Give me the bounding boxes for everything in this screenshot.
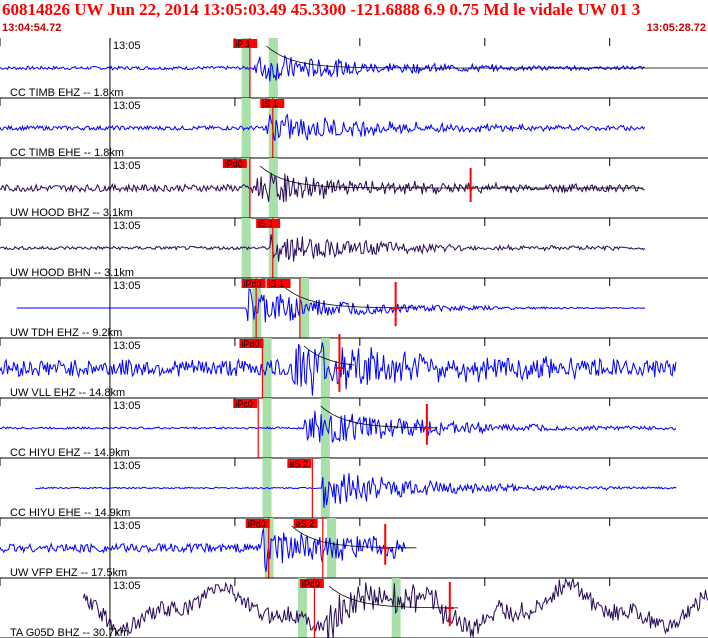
phase-pick-label: iS 1 [262,99,278,109]
tick-label: 13:05 [113,100,141,112]
station-label: UW VLL EHZ -- 14.8km [10,387,125,399]
phase-pick-label: eS 2 [296,519,315,529]
waveform-trace [0,234,646,262]
station-label: UW TDH EHZ -- 9.2km [10,327,122,339]
tick-label: 13:05 [113,400,141,412]
phase-pick-label: iP 1 [235,39,250,49]
tick-label: 13:05 [113,460,141,472]
phase-pick-label: iPd0 [302,579,320,589]
phase-pick-label: iPd0 [241,339,259,349]
tick-label: 13:05 [113,340,141,352]
phase-pick-label: iPc0 [235,399,253,409]
station-label: UW HOOD BHZ -- 3.1km [10,207,133,219]
station-label: CC TIMB EHZ -- 1.8km [10,87,123,99]
station-label: TA G05D BHZ -- 30.7km [10,627,129,638]
waveform-trace [0,54,645,82]
station-label: CC TIMB EHE -- 1.8km [10,147,124,159]
analysis-window [391,578,401,638]
waveform-trace [35,473,677,509]
analysis-window [268,38,278,98]
waveform-trace [0,172,645,203]
station-label: CC HIYU EHZ -- 14.9km [10,447,130,459]
phase-pick-label: eS 2 [289,459,308,469]
tick-label: 13:05 [113,160,141,172]
waveform-trace [0,410,677,443]
waveform-trace [0,113,646,141]
analysis-window [262,338,272,398]
station-label: CC HIYU EHE -- 14.9km [10,507,130,519]
tick-label: 13:05 [113,280,141,292]
tick-label: 13:05 [113,580,141,592]
seismogram-plot: 13:05 iP 1CC TIMB EHZ -- 1.8km13:05 iS 1CC… [0,38,708,638]
phase-pick-label: iPd0 [248,519,266,529]
tick-label: 13:05 [113,520,141,532]
tick-label: 13:05 [113,220,141,232]
waveform-trace [16,288,646,323]
coda-decay-curve [266,45,708,69]
phase-pick-label: iPd0 [225,159,243,169]
phase-pick-label: iPd0 [244,279,262,289]
tick-label: 13:05 [113,40,141,52]
station-label: UW VFP EHZ -- 17.5km [10,567,127,579]
station-label: UW HOOD BHN -- 3.1km [10,267,134,279]
phase-pick-label: iS 1 [258,219,274,229]
waveform-trace [0,528,407,572]
phase-pick-label: iS 1 [269,279,285,289]
coda-decay-curve [260,165,644,189]
